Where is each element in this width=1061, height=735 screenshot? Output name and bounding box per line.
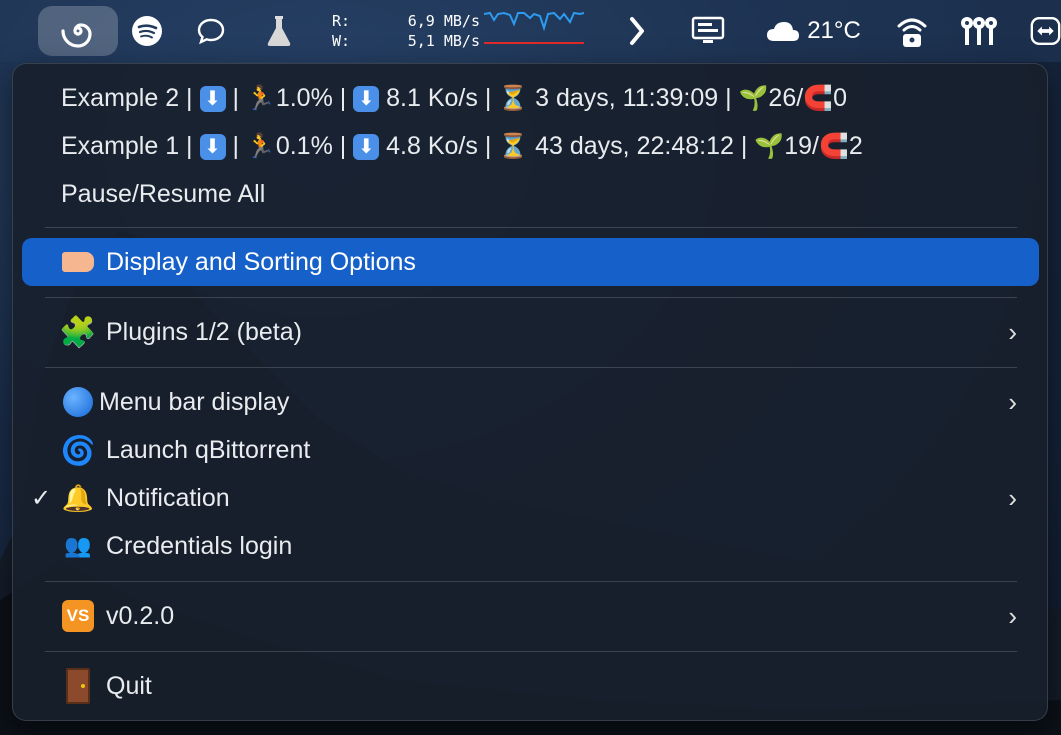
menu-bar: R: W: 6,9 MB/s 5,1 MB/s 21°C (0, 0, 1061, 62)
chevron-right-icon (630, 17, 644, 45)
credentials-login-item[interactable]: 👥 Credentials login (13, 523, 1047, 569)
tag-icon (61, 245, 95, 279)
torrent-peers: 0 (833, 83, 847, 112)
launch-label: Launch qBittorrent (106, 435, 311, 464)
wifi-lock-icon (897, 18, 927, 47)
qbittorrent-dropdown-menu: Example 2 | ⬇ | 🏃1.0% | ⬇ 8.1 Ko/s | ⏳ 3… (12, 63, 1048, 721)
blue-circle-icon (61, 385, 95, 419)
credentials-label: Credentials login (106, 531, 293, 560)
chevron-menubar-button[interactable] (622, 6, 652, 56)
cloud-icon (767, 22, 800, 41)
torrent-name: Example 1 | (61, 131, 193, 160)
notification-item[interactable]: ✓ 🔔 Notification › (13, 475, 1047, 521)
keys-icon (961, 17, 997, 45)
seedling-icon: 🌱 (754, 132, 785, 160)
menu-bar-display-item[interactable]: Menu bar display › (13, 379, 1047, 425)
submenu-chevron-icon: › (1008, 316, 1017, 347)
menu-bar-display-label: Menu bar display (99, 387, 290, 416)
download-speed-icon: ⬇ (353, 133, 380, 160)
hourglass-icon: ⏳ (498, 84, 529, 112)
plugins-label: Plugins 1/2 (beta) (106, 317, 302, 346)
submenu-chevron-icon: › (1008, 386, 1017, 417)
torrent-progress: 0.1% | (275, 131, 347, 160)
torrent-separator: | (232, 131, 239, 160)
torrent-speed: 8.1 Ko/s | (386, 83, 492, 112)
keys-menubar-button[interactable] (956, 6, 1002, 56)
torrent-item-example-2[interactable]: Example 2 | ⬇ | 🏃1.0% | ⬇ 8.1 Ko/s | ⏳ 3… (13, 75, 1047, 121)
teamviewer-icon (1030, 17, 1061, 45)
seedling-icon: 🌱 (738, 84, 769, 112)
checkmark-icon: ✓ (31, 484, 52, 512)
download-arrow-icon: ⬇ (199, 133, 226, 160)
door-icon (61, 668, 95, 704)
chat-menubar-button[interactable] (192, 6, 230, 56)
display-sorting-label: Display and Sorting Options (106, 247, 416, 276)
write-speed: 5,1 MB/s (407, 32, 480, 50)
download-speed-icon: ⬇ (353, 85, 380, 112)
plugins-item[interactable]: 🧩 Plugins 1/2 (beta) › (13, 309, 1047, 355)
torrent-peers: 2 (848, 131, 863, 160)
puzzle-piece-icon: 🧩 (59, 315, 97, 349)
read-label: R: (332, 12, 351, 30)
submenu-chevron-icon: › (1008, 482, 1017, 513)
flask-icon (267, 16, 291, 46)
spotify-menubar-button[interactable] (128, 6, 166, 56)
submenu-chevron-icon: › (1008, 600, 1017, 631)
pause-resume-label: Pause/Resume All (61, 179, 266, 208)
menu-separator (45, 367, 1017, 368)
flask-menubar-button[interactable] (262, 6, 296, 56)
torrent-eta: 3 days, 11:39:09 | (535, 83, 732, 112)
menu-separator (45, 297, 1017, 298)
torrent-separator: | (232, 83, 239, 112)
network-sparkline-icon (484, 11, 584, 44)
notification-label: Notification (106, 483, 230, 512)
spotify-icon (132, 16, 162, 46)
qbittorrent-menubar-button[interactable] (38, 6, 118, 56)
torrent-seeds: 26/ (768, 83, 804, 112)
version-label: v0.2.0 (106, 601, 175, 630)
read-speed: 6,9 MB/s (407, 12, 480, 30)
weather-menubar-button[interactable]: 21°C (758, 6, 868, 56)
download-arrow-icon: ⬇ (199, 85, 226, 112)
torrent-name: Example 2 | (61, 83, 193, 112)
network-speed-widget: R: W: 6,9 MB/s 5,1 MB/s (332, 10, 592, 54)
weather-temperature: 21°C (807, 17, 861, 44)
quit-label: Quit (106, 671, 152, 700)
magnet-icon: 🧲 (818, 132, 849, 160)
hourglass-icon: ⏳ (498, 132, 529, 160)
torrent-speed: 4.8 Ko/s | (386, 131, 492, 160)
chat-bubble-icon (197, 18, 225, 45)
qbittorrent-spiral-icon (61, 23, 92, 48)
launch-qbittorrent-item[interactable]: 🌀 Launch qBittorrent (13, 427, 1047, 473)
vs-badge-icon: VS (61, 599, 95, 633)
menu-separator (45, 651, 1017, 652)
display-sorting-options-item[interactable]: Display and Sorting Options (13, 239, 1047, 285)
version-item[interactable]: VS v0.2.0 › (13, 593, 1047, 639)
bell-icon: 🔔 (61, 482, 95, 513)
runner-icon: 🏃 (245, 84, 276, 112)
magnet-icon: 🧲 (803, 84, 834, 112)
quit-item[interactable]: Quit (13, 663, 1047, 709)
menu-separator (45, 581, 1017, 582)
teamviewer-menubar-button[interactable] (1030, 6, 1061, 56)
torrent-seeds: 19/ (784, 131, 819, 160)
monitor-menubar-button[interactable] (688, 6, 728, 56)
torrent-eta: 43 days, 22:48:12 | (535, 131, 748, 160)
monitor-icon (691, 16, 725, 43)
wifi-menubar-button[interactable] (892, 6, 932, 56)
torrent-progress: 1.0% | (275, 83, 347, 112)
write-label: W: (332, 32, 351, 50)
pause-resume-all-item[interactable]: Pause/Resume All (13, 171, 1047, 217)
people-icon: 👥 (64, 533, 92, 558)
cyclone-icon: 🌀 (60, 434, 96, 466)
torrent-summary: Example 1 | ⬇ | 🏃0.1% | ⬇ 4.8 Ko/s | ⏳ 4… (61, 132, 863, 161)
menu-separator (45, 227, 1017, 228)
torrent-item-example-1[interactable]: Example 1 | ⬇ | 🏃0.1% | ⬇ 4.8 Ko/s | ⏳ 4… (13, 123, 1047, 169)
torrent-summary: Example 2 | ⬇ | 🏃1.0% | ⬇ 8.1 Ko/s | ⏳ 3… (61, 84, 847, 113)
runner-icon: 🏃 (245, 132, 276, 160)
